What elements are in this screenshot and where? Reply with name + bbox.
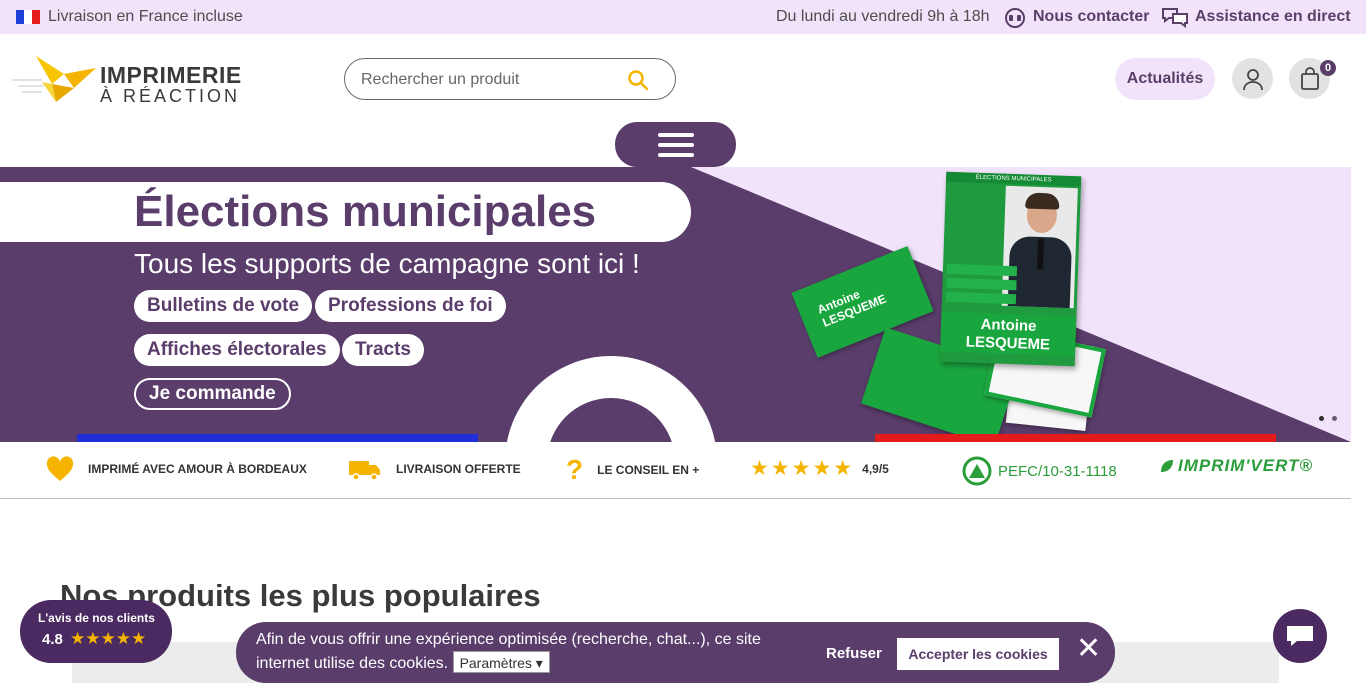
search-box <box>344 58 676 100</box>
rating-stars-icon: ★★★★★ <box>750 457 855 480</box>
shopping-bag-icon <box>1300 66 1319 90</box>
flag-strip-red <box>875 434 1276 442</box>
badge-delivery: Livraison offerte <box>348 456 521 482</box>
badge-pefc: PEFC/10-31-1118 <box>960 456 1117 486</box>
hero-banner[interactable]: Élections municipales 2026 Tous les supp… <box>0 167 1351 442</box>
carousel-dots <box>1319 416 1337 421</box>
cookie-banner: Afin de vous offrir une expérience optim… <box>236 622 1115 683</box>
contact-link[interactable]: Nous contacter <box>1003 6 1149 28</box>
reviews-score: 4.8 <box>42 631 63 648</box>
accept-cookies-button[interactable]: Accepter les cookies <box>897 638 1059 670</box>
hero-subtitle: Tous les supports de campagne sont ici ! <box>134 248 640 279</box>
pefc-tree-icon <box>962 456 992 486</box>
france-flag-icon <box>16 10 40 24</box>
top-bar: Livraison en France incluse Du lundi au … <box>0 0 1366 34</box>
logo-line2: À RÉACTION <box>100 86 241 106</box>
leaf-icon <box>1161 460 1173 472</box>
heart-icon <box>46 456 74 481</box>
assist-label: Assistance en direct <box>1195 8 1351 25</box>
shipping-info: Livraison en France incluse <box>48 8 243 25</box>
reviews-title: L'avis de nos clients <box>38 611 155 625</box>
news-button[interactable]: Actualités <box>1115 58 1215 100</box>
badge-rating: ★★★★★ 4,9/5 <box>750 457 889 480</box>
chat-bubble-icon <box>1287 626 1313 646</box>
reviews-stars-icon: ★★★★★ <box>70 629 147 648</box>
pill-professions-de-foi[interactable]: Professions de foi <box>315 290 506 322</box>
truck-icon <box>349 461 380 481</box>
trust-badges: Imprimé avec amour à Bordeaux Livraison … <box>0 442 1351 499</box>
chat-bubbles-icon <box>1162 8 1188 28</box>
opening-hours: Du lundi au vendredi 9h à 18h <box>776 8 990 25</box>
headset-icon <box>1005 8 1025 28</box>
campaign-poster-image: ÉLECTIONS MUNICIPALES Antoine LESQUEME <box>939 171 1082 367</box>
account-button[interactable] <box>1232 58 1273 99</box>
live-chat-button[interactable] <box>1273 609 1327 663</box>
pill-posters[interactable]: Affiches électorales <box>134 334 340 366</box>
cart-count-badge: 0 <box>1320 60 1336 76</box>
badge-love: Imprimé avec amour à Bordeaux <box>46 456 307 482</box>
pill-ballots[interactable]: Bulletins de vote <box>134 290 313 322</box>
search-input[interactable] <box>361 69 621 91</box>
hamburger-icon <box>657 132 694 137</box>
search-icon[interactable] <box>627 69 649 96</box>
page: Livraison en France incluse Du lundi au … <box>0 0 1366 683</box>
main-menu-button[interactable] <box>615 122 736 167</box>
logo-line1: IMPRIMERIE <box>100 62 242 88</box>
refuse-cookies-button[interactable]: Refuser <box>826 645 882 662</box>
carousel-dot[interactable] <box>1319 416 1324 421</box>
user-icon <box>1242 68 1263 90</box>
close-icon[interactable]: ✕ <box>1076 634 1101 664</box>
badge-imprimvert: IMPRIM'VERT® <box>1160 456 1313 476</box>
bird-logo-icon <box>12 56 96 102</box>
order-cta-button[interactable]: Je commande <box>134 378 291 410</box>
carousel-dot[interactable] <box>1332 416 1337 421</box>
cookie-settings-select[interactable]: Paramètres ▾ <box>452 651 550 674</box>
site-logo[interactable]: IMPRIMERIE À RÉACTION <box>12 54 252 106</box>
contact-label: Nous contacter <box>1033 8 1150 25</box>
hero-title: Élections municipales 2026 <box>0 182 691 296</box>
customer-reviews-widget[interactable]: L'avis de nos clients 4.8 ★★★★★ <box>20 600 172 663</box>
live-assistance-link[interactable]: Assistance en direct <box>1161 6 1351 28</box>
question-mark-icon: ? <box>566 454 584 485</box>
cookie-text: Afin de vous offrir une expérience optim… <box>256 631 761 674</box>
pill-tracts[interactable]: Tracts <box>342 334 424 366</box>
flag-strip-blue <box>77 434 478 442</box>
badge-advice: ? Le conseil en + <box>566 454 700 485</box>
